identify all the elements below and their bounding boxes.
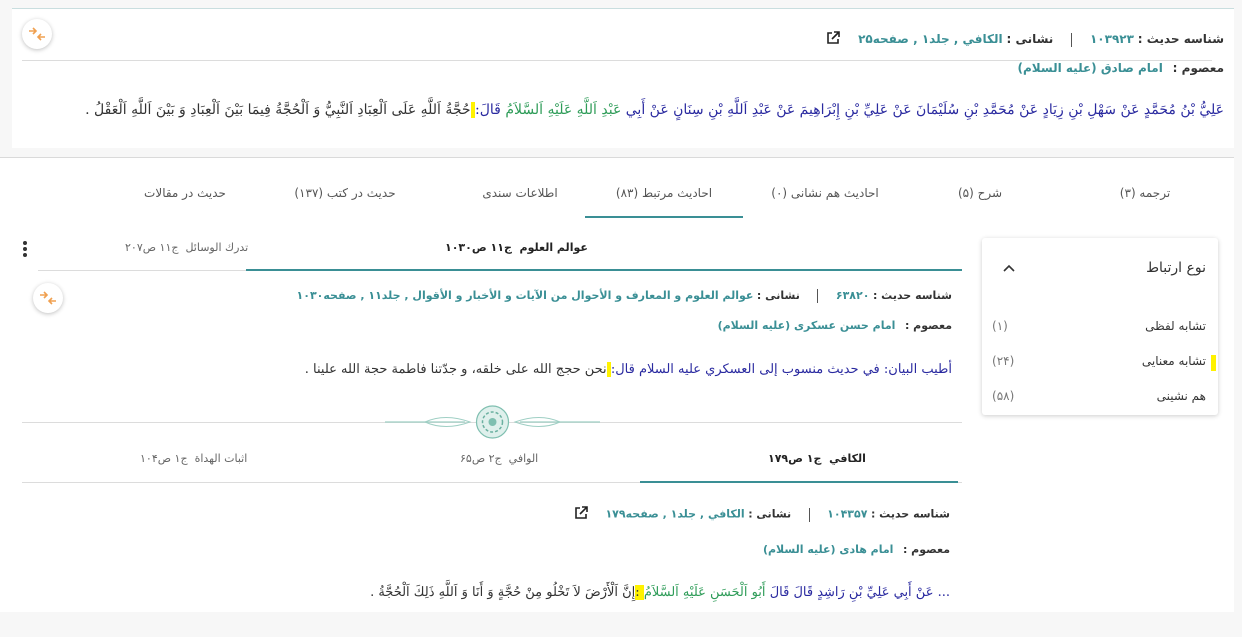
divider [808, 507, 810, 522]
kebab-menu-icon [23, 241, 27, 257]
subtab-book: عوالم العلوم [519, 241, 588, 254]
open-external-button[interactable] [574, 506, 588, 523]
active-marker [1211, 355, 1216, 371]
masoom-value[interactable]: امام هادی (علیه السلام) [763, 543, 893, 556]
address-label: نشانی : [1006, 32, 1054, 46]
hadith-matn: نحن حجج الله على خلقه، و جدّتنا فاطمة حج… [304, 362, 607, 377]
hadith-id-label: شناسه حدیث : [1137, 32, 1224, 46]
external-link-icon [575, 506, 588, 519]
compare-arrows-icon [29, 27, 45, 41]
subtab-active-indicator [246, 269, 962, 271]
masoom-label: معصوم : [902, 543, 950, 556]
masoom-row: معصوم : امام حسن عسکری (علیه السلام) [718, 319, 952, 332]
ornament-divider-icon [385, 405, 600, 439]
hadith-meta-row: شناسه حدیث : ۱۰۳۹۲۳ نشانی : الکافي , جلد… [826, 31, 1224, 48]
hadith-id-value[interactable]: ۱۰۴۳۵۷ [827, 508, 867, 521]
address-label: نشانی : [756, 289, 800, 302]
chevron-up-icon [1003, 264, 1015, 272]
address-value[interactable]: الکافي , جلد۱ , صفحه۱۷۹ [605, 508, 744, 521]
open-external-button[interactable] [826, 31, 841, 48]
address-label: نشانی : [748, 507, 792, 521]
subtab-ref: ج۱ ص۱۷۹ [768, 452, 822, 465]
subtab-ref: ج۱ ص۱۰۴ [140, 452, 188, 465]
hadith-id-value[interactable]: ۱۰۳۹۲۳ [1090, 32, 1134, 46]
subtab-ithbat[interactable]: اثبات الهداة ج۱ ص۱۰۴ [140, 452, 247, 465]
masoom-value[interactable]: امام حسن عسکری (علیه السلام) [718, 319, 896, 332]
tab-in-books[interactable]: حدیث در کتب (۱۳۷) [270, 158, 420, 218]
subtab-book: الوافي [508, 452, 539, 465]
filter-count: (۱) [992, 319, 1008, 333]
compare-button[interactable] [33, 283, 63, 313]
tab-commentary[interactable]: شرح (۵) [905, 158, 1055, 218]
hadith-id-label: شناسه حدیث : [872, 289, 952, 302]
hadith-meta-row: شناسه حدیث : ۶۳۸۲۰ نشانی : عوالم العلوم … [297, 289, 952, 303]
masoom-value[interactable]: امام صادق (علیه السلام) [1018, 61, 1163, 75]
subtab-kafi[interactable]: الکافي ج۱ ص۱۷۹ [768, 452, 866, 465]
filter-title: نوع ارتباط [1146, 260, 1206, 276]
subtab-awalim[interactable]: عوالم العلوم ج۱۱ ص۱۰۳۰ [445, 241, 588, 254]
hadith-text: أطيب البيان: في حديث منسوب إلى العسكري ع… [305, 362, 952, 377]
hadith-matn: إِنَّ اَلْأَرْضَ لاَ تَخْلُو مِنْ حُجَّة… [370, 585, 636, 600]
tab-in-articles[interactable]: حدیث در مقالات [110, 158, 260, 218]
filter-item-label: تشابه معنایی [1141, 354, 1206, 368]
address-value[interactable]: عوالم العلوم و المعارف و الأحوال من الآي… [297, 289, 754, 302]
filter-item-lafzi[interactable]: تشابه لفظی [1145, 319, 1206, 333]
divider [1071, 32, 1073, 47]
hadith-id-value[interactable]: ۶۳۸۲۰ [836, 289, 870, 302]
filter-item-manaie[interactable]: تشابه معنایی [1142, 354, 1206, 368]
divider [817, 289, 819, 303]
tab-related-hadiths[interactable]: احادیث مرتبط (۸۳) [585, 158, 743, 218]
hadith-id-label: شناسه حدیث : [870, 507, 950, 521]
collapse-button[interactable] [1002, 258, 1016, 277]
tab-sanad-info[interactable]: اطلاعات سندی [445, 158, 595, 218]
masoom-label: معصوم : [1172, 61, 1224, 75]
filter-count: (۲۴) [992, 354, 1015, 368]
external-link-icon [827, 31, 841, 44]
subtab-ref: ج۱۱ ص۱۰۳۰ [445, 241, 512, 254]
filter-item-ham-neshini[interactable]: هم نشینی [1157, 389, 1206, 403]
more-options-button[interactable] [20, 240, 30, 264]
hadith-text: عَلِيُّ بْنُ مُحَمَّدٍ عَنْ سَهْلِ بْنِ … [85, 102, 1224, 118]
highlight-marker: : [635, 585, 644, 600]
filter-count: (۵۸) [992, 389, 1015, 403]
top-hadith-card: شناسه حدیث : ۱۰۳۹۲۳ نشانی : الکافي , جلد… [12, 8, 1234, 148]
hadith-imam: أَبُو اَلْحَسَنِ عَلَيْهِ اَلسَّلاَمُ [643, 585, 766, 600]
hadith-sanad: ... عَنْ أَبِي عَلِيِّ بْنِ رَاشِدٍ قَال… [769, 585, 950, 600]
subtab-active-indicator [640, 481, 958, 483]
relation-type-filter: نوع ارتباط تشابه لفظی (۱) تشابه معنایی (… [982, 238, 1218, 415]
masoom-row: معصوم : امام هادی (علیه السلام) [763, 543, 950, 556]
hadith-meta-row: شناسه حدیث : ۱۰۴۳۵۷ نشانی : الکافي , جلد… [574, 506, 950, 523]
compare-arrows-icon [40, 291, 56, 305]
subtab-ref: ج۱۱ ص۲۰۷ [125, 241, 179, 254]
subtab-book: اثبات الهداة [194, 452, 248, 465]
filter-item-label: هم نشینی [1156, 389, 1206, 403]
hadith-text: ... عَنْ أَبِي عَلِيِّ بْنِ رَاشِدٍ قَال… [370, 585, 950, 600]
tab-same-address[interactable]: احادیث هم نشانی (۰) [750, 158, 900, 218]
hadith-sanad: عَلِيُّ بْنُ مُحَمَّدٍ عَنْ سَهْلِ بْنِ … [625, 102, 1224, 118]
subtab-mustadrak[interactable]: تدرك الوسائل ج۱۱ ص۲۰۷ [125, 241, 248, 254]
subtab-book: تدرك الوسائل [185, 241, 249, 254]
subtab-wafi[interactable]: الوافي ج۲ ص۶۵ [460, 452, 538, 465]
tab-translation[interactable]: ترجمه (۳) [1070, 158, 1220, 218]
address-value[interactable]: الکافي , جلد۱ , صفحه۲۵ [858, 32, 1003, 46]
compare-button[interactable] [22, 19, 52, 49]
subtab-book: الکافي [829, 452, 866, 465]
masoom-label: معصوم : [904, 319, 952, 332]
tabs-divider [22, 60, 1212, 61]
hadith-matn: حُجَّةُ اَللَّهِ عَلَى اَلْعِبَادِ اَلنَ… [85, 102, 471, 118]
filter-item-label: تشابه لفظی [1145, 319, 1206, 333]
hadith-qal: قَالَ: [475, 102, 501, 118]
hadith-imam: عَبْدِ اَللَّهِ عَلَيْهِ اَلسَّلاَمُ [505, 102, 622, 118]
masoom-row: معصوم : امام صادق (علیه السلام) [1018, 61, 1225, 75]
subtab-ref: ج۲ ص۶۵ [460, 452, 502, 465]
hadith-intro: أطيب البيان: في حديث منسوب إلى العسكري ع… [610, 362, 952, 377]
